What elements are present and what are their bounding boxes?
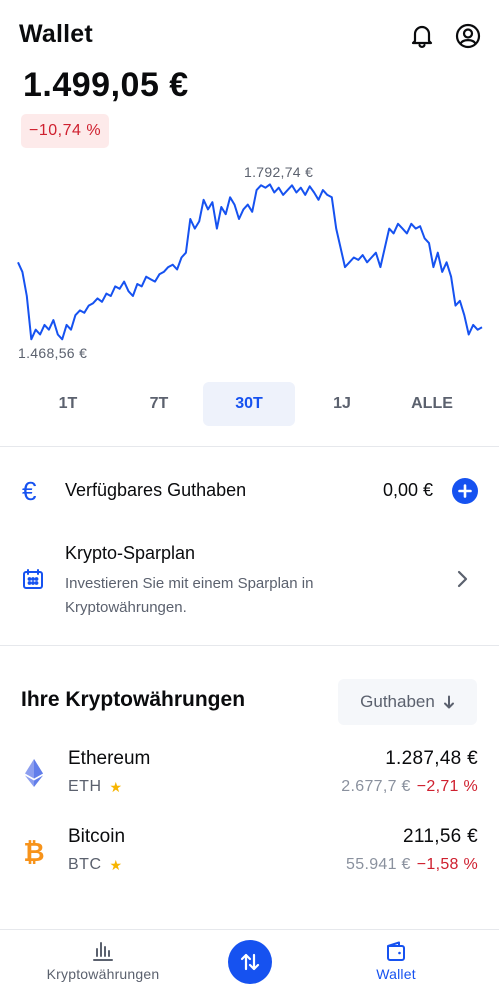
sort-label: Guthaben: [360, 692, 435, 711]
tab-wallet-label: Wallet: [376, 966, 416, 982]
star-icon[interactable]: ★: [110, 857, 123, 874]
assets-section-title: Ihre Kryptowährungen: [21, 688, 246, 711]
asset-change: −1,58 %: [416, 856, 478, 873]
asset-change: −2,71 %: [416, 778, 478, 795]
page-title: Wallet: [19, 20, 93, 48]
price-chart[interactable]: [0, 160, 499, 370]
asset-name: Ethereum: [68, 748, 151, 769]
divider: [0, 446, 499, 447]
svg-text:₿: ₿: [23, 838, 44, 866]
asset-symbol-line: ETH ★: [68, 778, 123, 796]
fiat-label: Verfügbares Guthaben: [65, 480, 247, 500]
tab-wallet[interactable]: Wallet: [360, 930, 432, 1000]
tab-crypto-label: Kryptowährungen: [46, 966, 160, 982]
chevron-right-icon: [456, 570, 468, 593]
asset-price: 55.941 €: [346, 856, 411, 873]
wallet-icon: [387, 941, 405, 961]
divider: [0, 645, 499, 646]
savings-plan-row[interactable]: Krypto-Sparplan Investieren Sie mit eine…: [0, 540, 499, 624]
header: Wallet: [0, 0, 499, 70]
sort-button[interactable]: Guthaben: [338, 679, 477, 725]
asset-symbol: ETH: [68, 778, 102, 795]
fiat-balance-row[interactable]: € Verfügbares Guthaben 0,00 €: [0, 468, 499, 514]
euro-icon: €: [22, 476, 37, 506]
asset-value: 211,56 €: [403, 826, 478, 847]
plus-icon[interactable]: [452, 478, 478, 504]
range-1j[interactable]: 1J: [296, 382, 388, 426]
arrow-down-icon: [443, 695, 454, 709]
asset-name: Bitcoin: [68, 826, 126, 847]
bitcoin-icon: ₿: [22, 838, 46, 871]
fiat-value: 0,00 €: [382, 480, 433, 500]
asset-row-ethereum[interactable]: Ethereum ETH ★ 1.287,48 € 2.677,7 € −2,71…: [0, 748, 499, 812]
portfolio-balance: 1.499,05 €: [23, 66, 189, 104]
star-icon[interactable]: ★: [110, 779, 123, 796]
range-1t[interactable]: 1T: [22, 382, 114, 426]
calendar-icon: [22, 568, 44, 595]
tab-crypto[interactable]: Kryptowährungen: [38, 930, 168, 1000]
savings-plan-description: Investieren Sie mit einem Sparplan in Kr…: [65, 575, 314, 616]
bell-icon[interactable]: [408, 22, 436, 50]
range-30t[interactable]: 30T: [203, 382, 295, 426]
bar-chart-icon: [93, 942, 113, 961]
asset-price-line: 2.677,7 € −2,71 %: [341, 778, 478, 796]
ethereum-icon: [22, 758, 46, 793]
time-range-selector: 1T 7T 30T 1J ALLE: [0, 382, 499, 426]
range-alle[interactable]: ALLE: [386, 382, 478, 426]
asset-row-bitcoin[interactable]: ₿ Bitcoin BTC ★ 211,56 € 55.941 € −1,58 %: [0, 826, 499, 890]
asset-symbol: BTC: [68, 856, 102, 873]
asset-price-line: 55.941 € −1,58 %: [346, 856, 478, 874]
asset-value: 1.287,48 €: [385, 748, 478, 769]
chart-min-label: 1.468,56 €: [18, 345, 88, 361]
price-line: [17, 183, 483, 341]
portfolio-change-badge: −10,74 %: [21, 114, 110, 148]
asset-price: 2.677,7 €: [341, 778, 411, 795]
range-7t[interactable]: 7T: [113, 382, 205, 426]
asset-symbol-line: BTC ★: [68, 856, 123, 874]
swap-arrows-icon[interactable]: [228, 940, 272, 984]
savings-plan-title: Krypto-Sparplan: [65, 543, 196, 563]
user-circle-icon[interactable]: [454, 22, 482, 50]
